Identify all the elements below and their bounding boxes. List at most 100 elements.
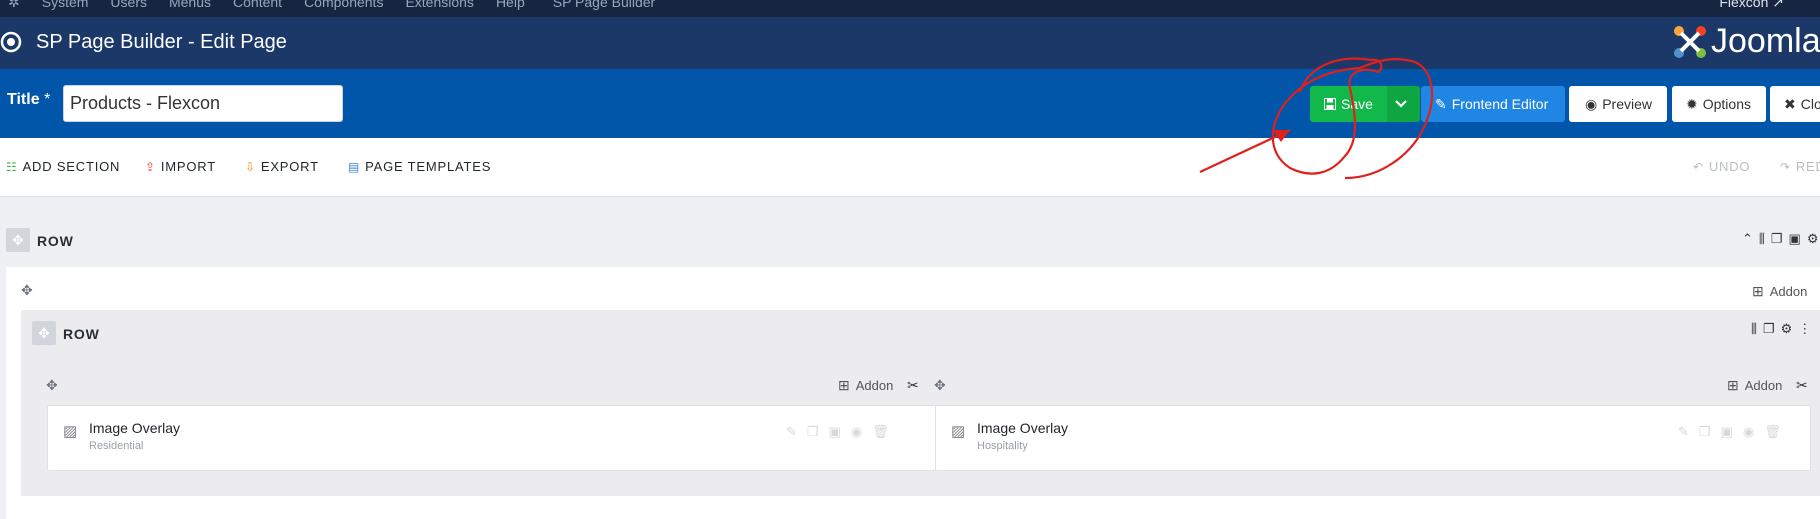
title-bar: SP Page Builder - Edit Page Joomla xyxy=(0,17,1820,69)
joomla-brand-text: Joomla xyxy=(1711,22,1820,60)
addon-title: Image Overlay xyxy=(977,420,1069,436)
menu-menus[interactable]: Menus xyxy=(169,0,211,11)
column-2-settings-icon[interactable]: ✂ xyxy=(1796,377,1808,394)
settings-icon[interactable]: ⚙ xyxy=(1781,321,1793,337)
column-2-add-addon[interactable]: ⊞ Addon xyxy=(1727,377,1782,394)
menu-users[interactable]: Users xyxy=(110,0,147,11)
template-icon: ▤ xyxy=(348,159,361,174)
floppy-disk-icon xyxy=(1324,98,1336,110)
save-row-icon[interactable]: ▣ xyxy=(1789,231,1801,247)
edit-icon[interactable]: ✎ xyxy=(1678,424,1689,440)
add-addon-icon: ⊞ xyxy=(838,377,850,393)
page-title: SP Page Builder - Edit Page xyxy=(36,31,287,53)
outer-column-add-addon[interactable]: ⊞ Addon xyxy=(1752,283,1807,300)
copy-icon[interactable]: ❐ xyxy=(1763,321,1775,337)
menu-components[interactable]: Components xyxy=(304,0,383,11)
add-section-label: ADD SECTION xyxy=(22,159,121,174)
outer-row-label: ROW xyxy=(37,233,74,249)
trash-icon[interactable]: 🗑 xyxy=(872,424,889,440)
inner-row-label: ROW xyxy=(63,326,100,342)
inner-row-move-handle[interactable]: ✥ xyxy=(32,321,56,345)
preview-button[interactable]: ◉ Preview xyxy=(1569,86,1667,122)
undo-button[interactable]: ↶ UNDO xyxy=(1693,159,1750,174)
inner-row-tools: ⫼ ❐ ⚙ ⋮ xyxy=(1751,321,1811,337)
builder-action-bar: ☷ ADD SECTION ⇪ IMPORT ⇩ EXPORT ▤ PAGE T… xyxy=(0,138,1820,197)
column-1-addon-label: Addon xyxy=(855,378,894,393)
close-icon: ✖ xyxy=(1784,95,1796,112)
options-button[interactable]: ✹ Options xyxy=(1672,86,1766,122)
save-dropdown-toggle[interactable] xyxy=(1387,86,1420,122)
frontend-editor-label: Frontend Editor xyxy=(1451,96,1549,112)
close-label: Close xyxy=(1800,96,1820,112)
menu-help[interactable]: Help xyxy=(496,0,525,11)
edit-icon: ✎ xyxy=(1435,95,1447,112)
save-button[interactable]: Save xyxy=(1310,86,1387,122)
image-icon: ▨ xyxy=(63,423,78,440)
columns-icon[interactable]: ⫼ xyxy=(1751,321,1757,337)
menu-extensions[interactable]: Extensions xyxy=(405,0,473,11)
eye-icon: ◉ xyxy=(1585,95,1598,112)
addon-title: Image Overlay xyxy=(89,420,181,436)
collapse-icon[interactable]: ⌃ xyxy=(1742,231,1753,247)
save-icon[interactable]: ▣ xyxy=(829,424,841,440)
import-label: IMPORT xyxy=(160,159,216,174)
add-section-icon: ☷ xyxy=(6,159,18,174)
joomla-menu-icon[interactable]: ✲ xyxy=(8,0,20,11)
export-button[interactable]: ⇩ EXPORT xyxy=(245,159,319,174)
menu-system[interactable]: System xyxy=(42,0,89,11)
addon-card-hospitality[interactable]: ▨ Image Overlay Hospitality ✎ ❐ ▣ ◉ 🗑 xyxy=(935,405,1811,471)
addon-card-residential[interactable]: ▨ Image Overlay Residential ✎ ❐ ▣ ◉ 🗑 xyxy=(47,405,963,471)
addon-tools: ✎ ❐ ▣ ◉ 🗑 xyxy=(1678,424,1781,440)
external-link-icon: ↗ xyxy=(1772,0,1784,10)
title-label-text: Title xyxy=(7,91,40,108)
site-link-label: Flexcon xyxy=(1719,0,1769,10)
add-section-button[interactable]: ☷ ADD SECTION xyxy=(6,159,120,174)
frontend-editor-button[interactable]: ✎ Frontend Editor xyxy=(1421,86,1565,122)
menu-sp-page-builder[interactable]: SP Page Builder xyxy=(553,0,655,11)
options-label: Options xyxy=(1702,96,1751,112)
addon-tools: ✎ ❐ ▣ ◉ 🗑 xyxy=(786,424,889,440)
eye-icon[interactable]: ◉ xyxy=(851,424,862,440)
columns-icon[interactable]: ⫼ xyxy=(1759,231,1765,247)
page-templates-button[interactable]: ▤ PAGE TEMPLATES xyxy=(348,159,491,174)
column-1-add-addon[interactable]: ⊞ Addon xyxy=(838,377,893,394)
eye-icon[interactable]: ◉ xyxy=(1743,424,1754,440)
undo-icon: ↶ xyxy=(1693,159,1704,174)
add-addon-icon: ⊞ xyxy=(1727,377,1739,393)
addon-subtitle: Hospitality xyxy=(977,440,1028,452)
column-2-move-icon[interactable]: ✥ xyxy=(934,377,946,394)
redo-label: REDO xyxy=(1795,159,1820,174)
joomla-logo-icon xyxy=(1674,25,1706,58)
add-addon-icon: ⊞ xyxy=(1752,283,1764,299)
required-mark: * xyxy=(44,91,51,108)
gear-icon: ✹ xyxy=(1686,95,1698,112)
edit-icon[interactable]: ✎ xyxy=(786,424,797,440)
outer-column-move-icon[interactable]: ✥ xyxy=(21,282,33,299)
upload-icon: ⇪ xyxy=(145,159,156,174)
trash-icon[interactable]: 🗑 xyxy=(1764,424,1781,440)
redo-icon: ↷ xyxy=(1780,159,1791,174)
sp-page-builder-logo-icon xyxy=(0,31,22,53)
undo-label: UNDO xyxy=(1708,159,1751,174)
column-1-move-icon[interactable]: ✥ xyxy=(46,377,58,394)
page-templates-label: PAGE TEMPLATES xyxy=(365,159,492,174)
menu-content[interactable]: Content xyxy=(233,0,282,11)
copy-icon[interactable]: ❐ xyxy=(1699,424,1711,440)
site-link[interactable]: Flexcon ↗ xyxy=(1719,0,1784,11)
redo-button[interactable]: ↷ REDO xyxy=(1780,159,1820,174)
close-button[interactable]: ✖ Close xyxy=(1770,86,1820,122)
column-1-settings-icon[interactable]: ✂ xyxy=(907,377,919,394)
column-2-addon-label: Addon xyxy=(1744,378,1783,393)
import-button[interactable]: ⇪ IMPORT xyxy=(145,159,216,174)
download-icon: ⇩ xyxy=(245,159,256,174)
image-icon: ▨ xyxy=(951,423,966,440)
more-icon[interactable]: ⋮ xyxy=(1798,321,1811,337)
outer-row-move-handle[interactable]: ✥ xyxy=(6,228,30,252)
export-label: EXPORT xyxy=(260,159,319,174)
settings-icon[interactable]: ⚙ xyxy=(1807,231,1819,247)
page-title-input[interactable] xyxy=(63,85,343,122)
save-icon[interactable]: ▣ xyxy=(1721,424,1733,440)
copy-icon[interactable]: ❐ xyxy=(807,424,819,440)
copy-icon[interactable]: ❐ xyxy=(1771,231,1783,247)
admin-menu: ✲ System Users Menus Content Components … xyxy=(8,0,677,11)
